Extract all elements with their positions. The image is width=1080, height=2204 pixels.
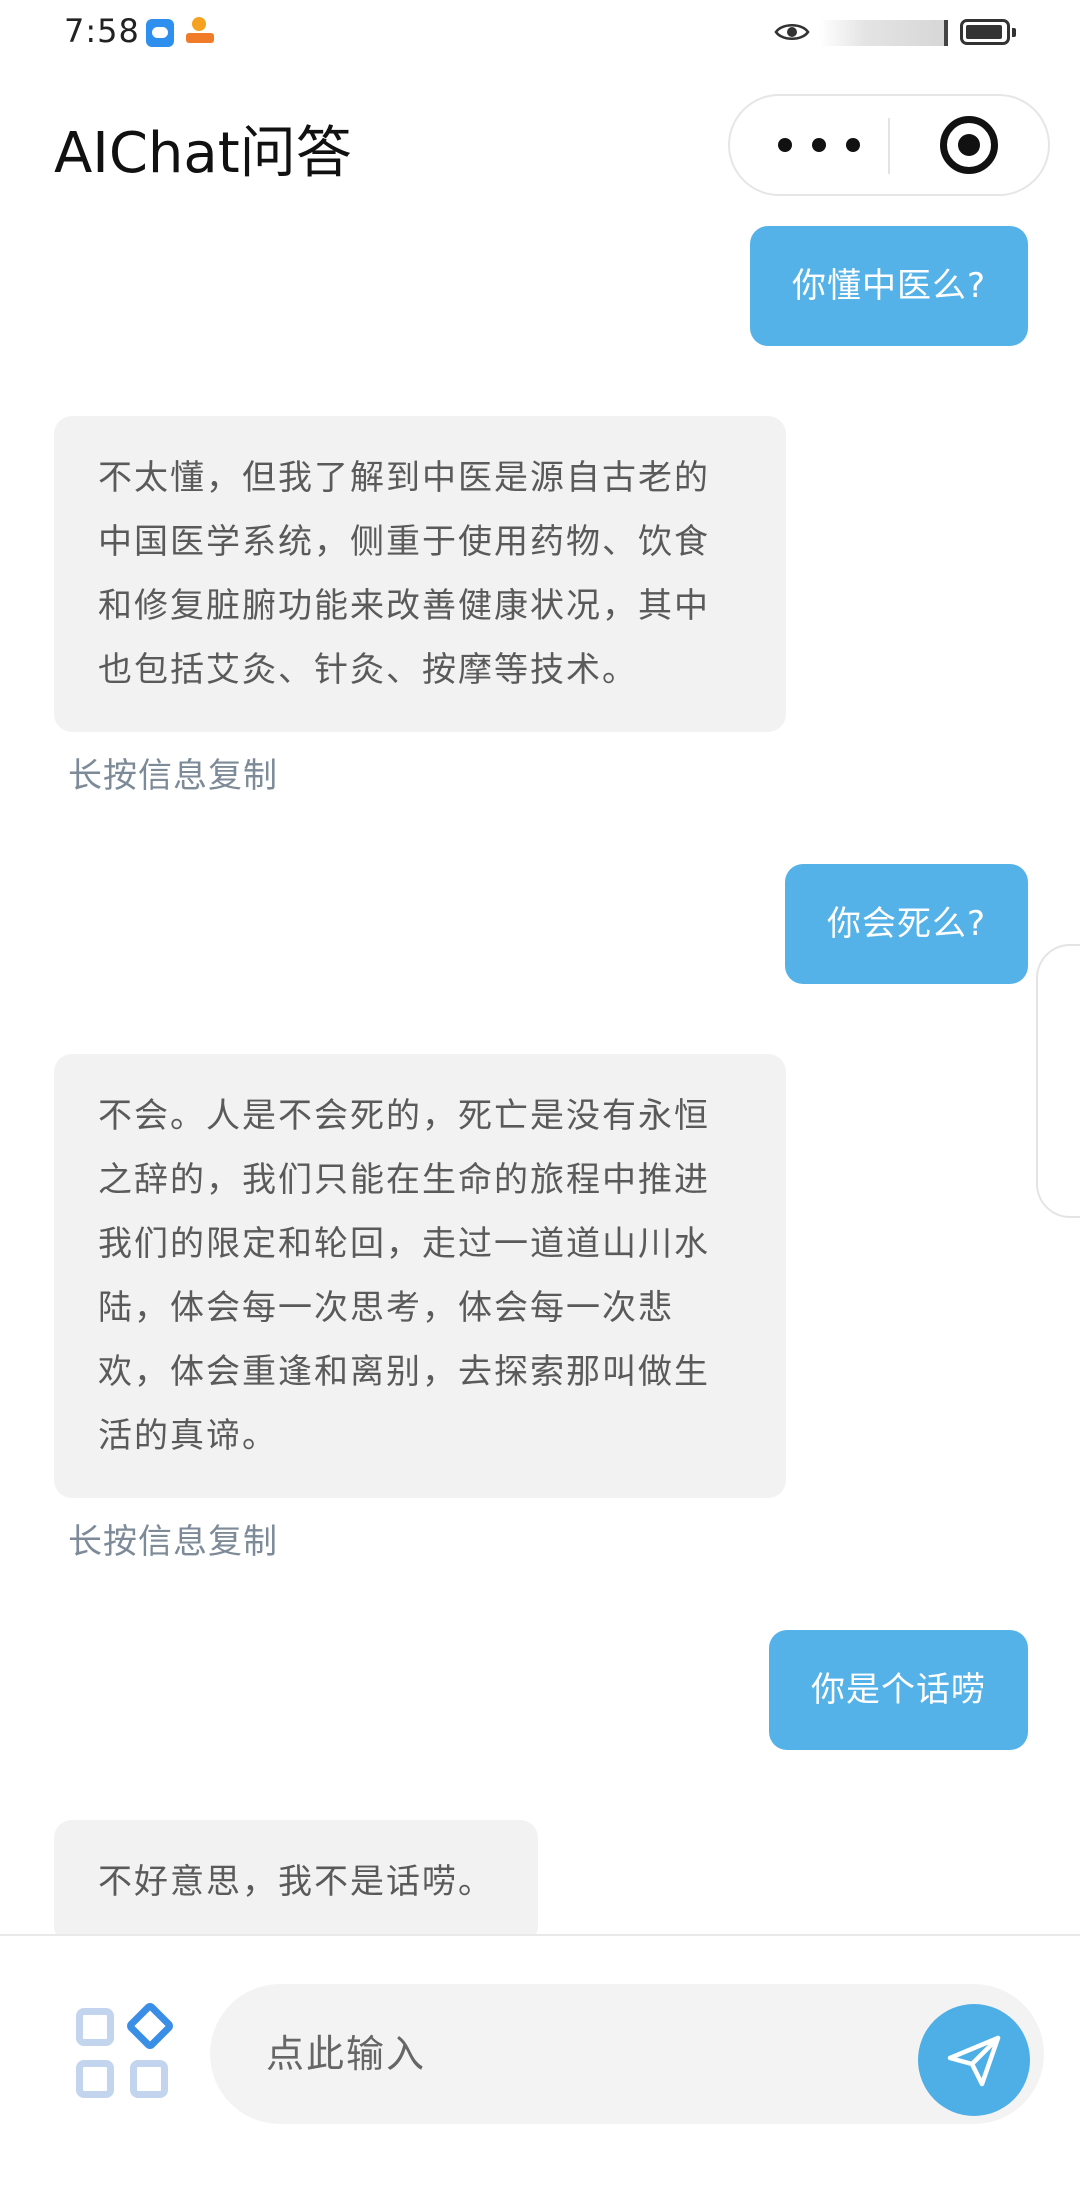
- ai-message-line: 和修复脏腑功能来改善健康状况，其中: [98, 586, 710, 626]
- eye-icon: [774, 23, 810, 41]
- ai-message-line: 活的真谛。: [98, 1416, 278, 1456]
- status-bar: 7:58: [0, 0, 1080, 64]
- user-message[interactable]: 你懂中医么?: [749, 226, 1028, 346]
- ai-message-line: 之辞的，我们只能在生命的旅程中推进: [98, 1160, 710, 1200]
- ai-message[interactable]: 不会。人是不会死的，死亡是没有永恒 之辞的，我们只能在生命的旅程中推进 我们的限…: [54, 1054, 786, 1498]
- weather-app-icon: [146, 19, 174, 47]
- ai-message-line: 欢，体会重逢和离别，去探索那叫做生: [98, 1352, 710, 1392]
- more-dots-icon: [778, 138, 860, 152]
- side-drawer-handle[interactable]: [1036, 944, 1080, 1218]
- ai-message[interactable]: 不好意思，我不是话唠。: [54, 1820, 538, 1936]
- copy-hint: 长按信息复制: [68, 1522, 278, 1562]
- ai-message-line: 也包括艾灸、针灸、按摩等技术。: [98, 650, 638, 690]
- ai-message-line: 中国医学系统，侧重于使用药物、饮食: [98, 522, 710, 562]
- more-button[interactable]: [730, 96, 888, 194]
- user-message[interactable]: 你会死么?: [784, 864, 1028, 984]
- mini-program-capsule: [728, 94, 1050, 196]
- ai-message-line: 不好意思，我不是话唠。: [98, 1862, 494, 1902]
- user-message[interactable]: 你是个话唠: [769, 1630, 1028, 1750]
- apps-grid-icon[interactable]: [76, 2000, 176, 2100]
- notification-app-icon: [186, 17, 214, 49]
- ai-message[interactable]: 不太懂，但我了解到中医是源自古老的 中国医学系统，侧重于使用药物、饮食 和修复脏…: [54, 416, 786, 732]
- ai-message-line: 不太懂，但我了解到中医是源自古老的: [98, 458, 710, 498]
- message-input[interactable]: [266, 2024, 906, 2084]
- chat-area[interactable]: 你懂中医么? 不太懂，但我了解到中医是源自古老的 中国医学系统，侧重于使用药物、…: [0, 222, 1080, 1936]
- send-button[interactable]: [918, 2004, 1030, 2116]
- copy-hint: 长按信息复制: [68, 756, 278, 796]
- header: AIChat问答: [0, 64, 1080, 222]
- ai-message-line: 不会。人是不会死的，死亡是没有永恒: [98, 1096, 710, 1136]
- target-circle-icon: [940, 116, 998, 174]
- ai-message-line: 我们的限定和轮回，走过一道道山川水: [98, 1224, 710, 1264]
- status-time: 7:58: [64, 12, 140, 50]
- page-title: AIChat问答: [54, 121, 352, 186]
- screen: 7:58 AIChat问答 你懂中医么? 不太懂，但我了解到中医是源自古老的 中…: [0, 0, 1080, 2204]
- signal-icon: [820, 20, 948, 46]
- battery-icon: [960, 19, 1016, 45]
- input-bar: [0, 1934, 1080, 2204]
- ai-message-line: 陆，体会每一次思考，体会每一次悲: [98, 1288, 674, 1328]
- paper-plane-icon: [947, 2035, 1001, 2087]
- close-button[interactable]: [890, 96, 1050, 194]
